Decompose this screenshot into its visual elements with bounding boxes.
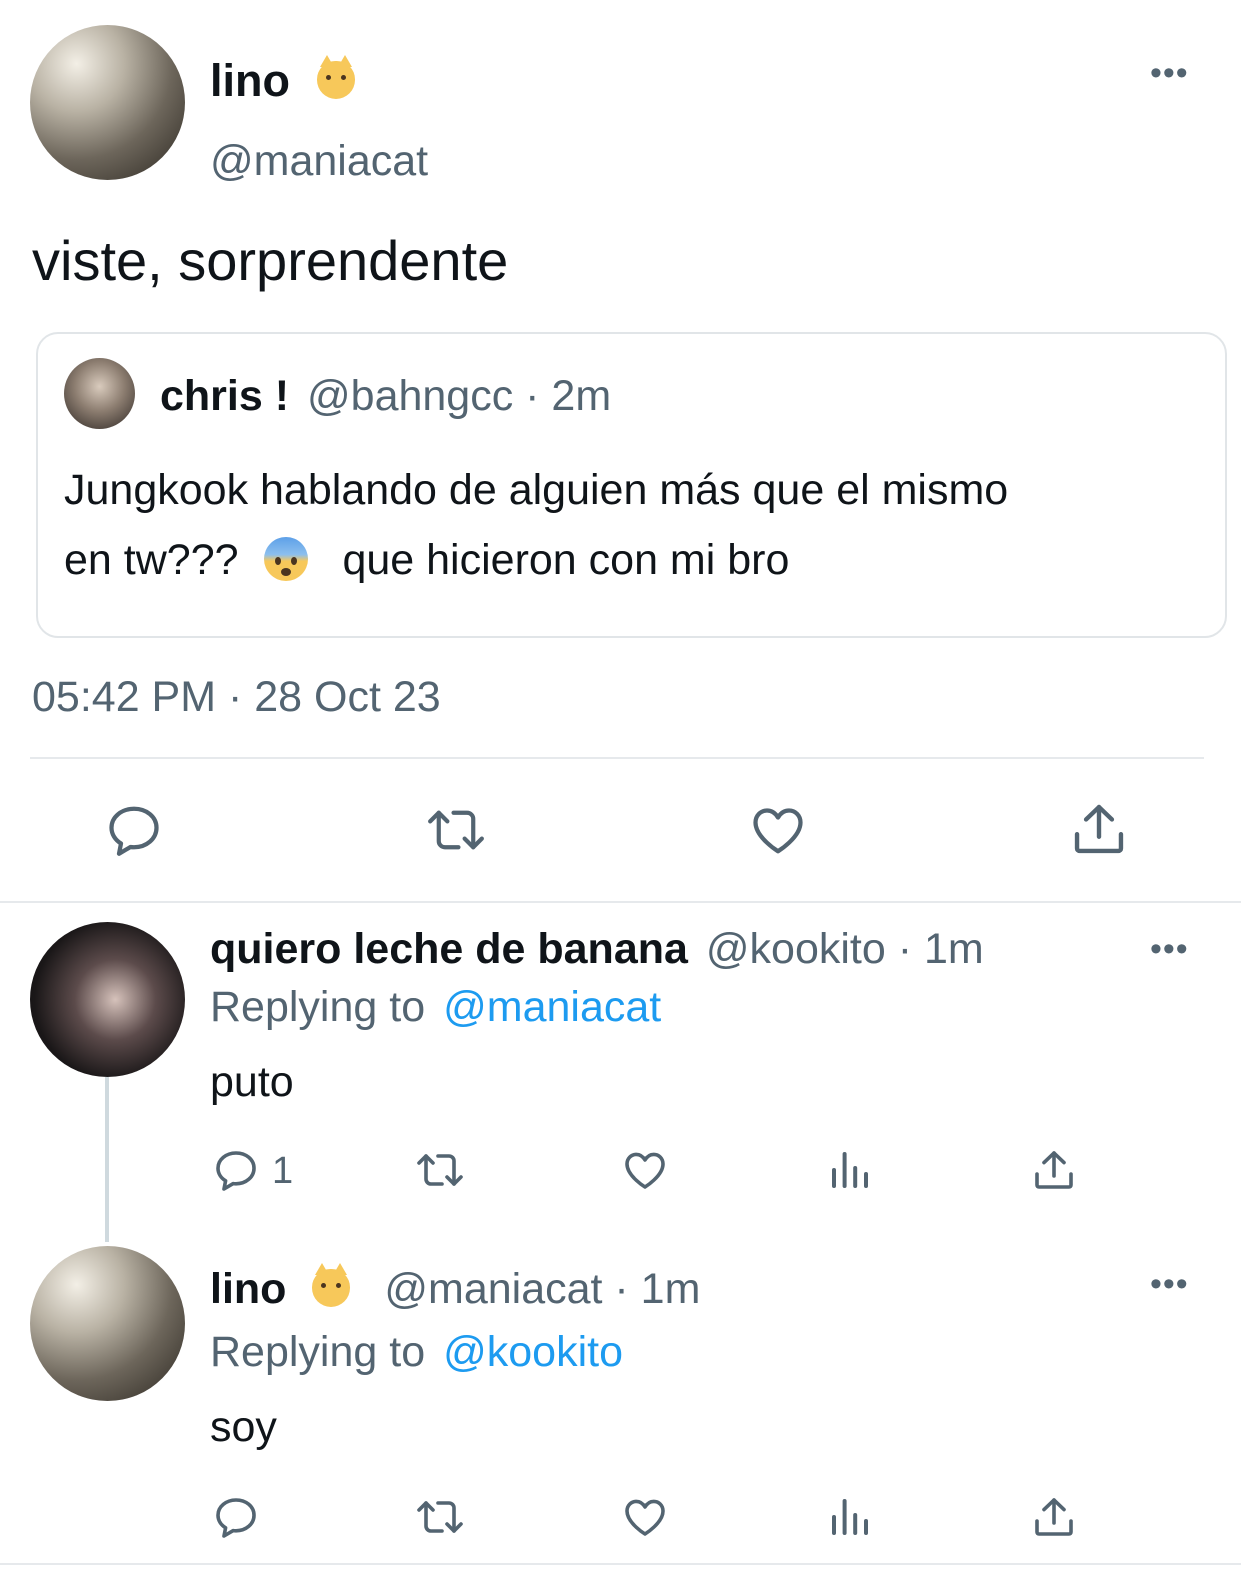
- retweet-icon[interactable]: [414, 1146, 466, 1194]
- cat-face-emoji-icon: [312, 1262, 351, 1307]
- reply-text: soy: [210, 1403, 277, 1451]
- like-icon[interactable]: [621, 1493, 669, 1541]
- reply-icon[interactable]: [212, 1146, 260, 1194]
- handle-time[interactable]: @kookito · 1m: [706, 925, 984, 973]
- quoted-text-line-1: Jungkook hablando de alguien más que el …: [64, 466, 1009, 514]
- reply-count: 1: [272, 1150, 294, 1192]
- display-name[interactable]: lino: [210, 55, 290, 106]
- handle-time[interactable]: @maniacat · 1m: [384, 1265, 700, 1313]
- avatar: [64, 358, 135, 429]
- views-icon[interactable]: [826, 1493, 874, 1541]
- share-icon[interactable]: [1030, 1493, 1078, 1541]
- avatar[interactable]: [30, 922, 185, 1077]
- divider: [0, 901, 1241, 903]
- replying-handle-link[interactable]: @maniacat: [443, 983, 661, 1031]
- like-icon[interactable]: [748, 800, 808, 860]
- quoted-handle-time: @bahngcc · 2m: [307, 372, 612, 420]
- like-icon[interactable]: [621, 1146, 669, 1194]
- more-options-icon[interactable]: •••: [1150, 56, 1189, 90]
- avatar[interactable]: [30, 25, 185, 180]
- quoted-text-part-b: que hicieron con mi bro: [342, 536, 790, 584]
- divider: [30, 757, 1204, 759]
- more-options-icon[interactable]: •••: [1150, 1267, 1189, 1301]
- replying-prefix: Replying to: [210, 1328, 426, 1376]
- display-name[interactable]: lino: [210, 1265, 286, 1313]
- author-name-row: lino: [210, 55, 355, 107]
- replying-prefix: Replying to: [210, 983, 426, 1031]
- replying-to: Replying to @maniacat: [210, 983, 661, 1032]
- quoted-display-name: chris !: [160, 372, 290, 420]
- quoted-tweet-card[interactable]: chris ! @bahngcc · 2m Jungkook hablando …: [36, 332, 1227, 638]
- avatar[interactable]: [30, 1246, 185, 1401]
- reply-text: puto: [210, 1058, 294, 1106]
- replying-handle-link[interactable]: @kookito: [443, 1328, 623, 1376]
- tweet-text: viste, sorprendente: [32, 229, 509, 292]
- share-icon[interactable]: [1068, 798, 1130, 860]
- quoted-text-line-2: en tw??? que hicieron con mi bro: [64, 536, 789, 585]
- cat-face-emoji-icon: [316, 55, 355, 100]
- divider: [0, 1563, 1241, 1565]
- more-options-icon[interactable]: •••: [1150, 932, 1189, 966]
- fearful-face-emoji-icon: [264, 536, 309, 581]
- display-name[interactable]: quiero leche de banana: [210, 925, 688, 973]
- tweet-timestamp[interactable]: 05:42 PM · 28 Oct 23: [32, 673, 441, 722]
- views-icon[interactable]: [826, 1146, 874, 1194]
- thread-line: [105, 1077, 109, 1242]
- author-handle[interactable]: @maniacat: [210, 137, 428, 186]
- retweet-icon[interactable]: [414, 1493, 466, 1541]
- reply-author-row: quiero leche de banana @kookito · 1m: [210, 925, 984, 974]
- quoted-author-row: chris ! @bahngcc · 2m: [160, 372, 611, 421]
- reply-author-row: lino @maniacat · 1m: [210, 1262, 700, 1314]
- quoted-text-part-a: en tw???: [64, 536, 239, 584]
- reply-icon[interactable]: [212, 1493, 260, 1541]
- share-icon[interactable]: [1030, 1146, 1078, 1194]
- reply-icon[interactable]: [104, 800, 164, 860]
- replying-to: Replying to @kookito: [210, 1328, 623, 1377]
- retweet-icon[interactable]: [424, 800, 488, 860]
